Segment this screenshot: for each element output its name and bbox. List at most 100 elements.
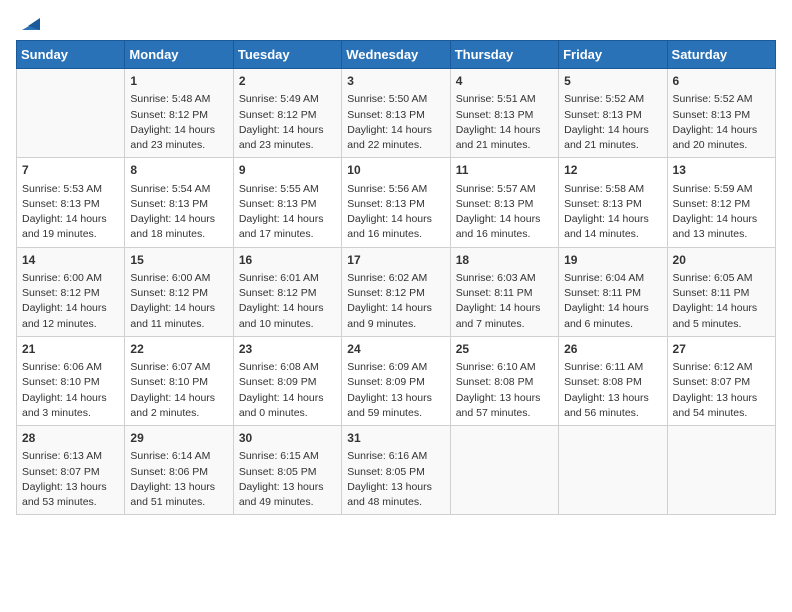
cell-info-line: Sunrise: 6:00 AM	[22, 271, 119, 286]
cell-info-line: Sunrise: 5:48 AM	[130, 92, 227, 107]
cell-info-line: Sunset: 8:07 PM	[22, 465, 119, 480]
cell-info-line: Sunset: 8:13 PM	[22, 197, 119, 212]
header-tuesday: Tuesday	[233, 41, 341, 69]
day-number: 4	[456, 73, 553, 90]
cell-info-line: Sunset: 8:13 PM	[564, 108, 661, 123]
cell-info-line: Sunset: 8:11 PM	[456, 286, 553, 301]
cell-info-line: Daylight: 14 hours	[456, 212, 553, 227]
cell-info-line: Sunset: 8:12 PM	[673, 197, 770, 212]
cell-info-line: Sunset: 8:13 PM	[347, 197, 444, 212]
day-number: 26	[564, 341, 661, 358]
cell-info-line: Sunset: 8:12 PM	[22, 286, 119, 301]
cell-info-line: Daylight: 14 hours	[673, 123, 770, 138]
calendar-week-5: 28Sunrise: 6:13 AMSunset: 8:07 PMDayligh…	[17, 426, 776, 515]
cell-info-line: and 22 minutes.	[347, 138, 444, 153]
cell-info-line: and 19 minutes.	[22, 227, 119, 242]
calendar-table: SundayMondayTuesdayWednesdayThursdayFrid…	[16, 40, 776, 515]
cell-info-line: and 13 minutes.	[673, 227, 770, 242]
cell-info-line: Daylight: 14 hours	[22, 301, 119, 316]
cell-info-line: and 57 minutes.	[456, 406, 553, 421]
day-number: 3	[347, 73, 444, 90]
cell-info-line: and 23 minutes.	[239, 138, 336, 153]
calendar-cell: 12Sunrise: 5:58 AMSunset: 8:13 PMDayligh…	[559, 158, 667, 247]
cell-info-line: and 49 minutes.	[239, 495, 336, 510]
calendar-cell: 18Sunrise: 6:03 AMSunset: 8:11 PMDayligh…	[450, 247, 558, 336]
cell-info-line: Daylight: 13 hours	[564, 391, 661, 406]
header-friday: Friday	[559, 41, 667, 69]
cell-info-line: Daylight: 14 hours	[130, 301, 227, 316]
calendar-cell: 5Sunrise: 5:52 AMSunset: 8:13 PMDaylight…	[559, 69, 667, 158]
calendar-cell: 16Sunrise: 6:01 AMSunset: 8:12 PMDayligh…	[233, 247, 341, 336]
cell-info-line: Daylight: 14 hours	[673, 212, 770, 227]
day-number: 21	[22, 341, 119, 358]
cell-info-line: and 54 minutes.	[673, 406, 770, 421]
cell-info-line: and 2 minutes.	[130, 406, 227, 421]
calendar-cell: 23Sunrise: 6:08 AMSunset: 8:09 PMDayligh…	[233, 336, 341, 425]
calendar-cell: 3Sunrise: 5:50 AMSunset: 8:13 PMDaylight…	[342, 69, 450, 158]
day-number: 16	[239, 252, 336, 269]
cell-info-line: Sunset: 8:06 PM	[130, 465, 227, 480]
cell-info-line: Daylight: 13 hours	[22, 480, 119, 495]
cell-info-line: Daylight: 13 hours	[130, 480, 227, 495]
cell-info-line: Sunrise: 6:00 AM	[130, 271, 227, 286]
calendar-week-3: 14Sunrise: 6:00 AMSunset: 8:12 PMDayligh…	[17, 247, 776, 336]
calendar-week-1: 1 Sunrise: 5:48 AM Sunset: 8:12 PM Daylight…	[17, 69, 776, 158]
day-number: 11	[456, 162, 553, 179]
cell-info-line: and 10 minutes.	[239, 317, 336, 332]
cell-info-line: Sunrise: 5:51 AM	[456, 92, 553, 107]
cell-info-line: Sunset: 8:10 PM	[22, 375, 119, 390]
calendar-cell: 10Sunrise: 5:56 AMSunset: 8:13 PMDayligh…	[342, 158, 450, 247]
cell-info-line: Daylight: 13 hours	[239, 480, 336, 495]
cell-info-line: Sunset: 8:13 PM	[347, 108, 444, 123]
cell-info-line: Daylight: 14 hours	[564, 301, 661, 316]
calendar-cell: 19Sunrise: 6:04 AMSunset: 8:11 PMDayligh…	[559, 247, 667, 336]
day-number: 28	[22, 430, 119, 447]
cell-info-line: Daylight: 14 hours	[673, 301, 770, 316]
cell-info-line: Daylight: 13 hours	[347, 480, 444, 495]
cell-info-line: Sunrise: 6:13 AM	[22, 449, 119, 464]
cell-info-line: and 56 minutes.	[564, 406, 661, 421]
calendar-header-row: SundayMondayTuesdayWednesdayThursdayFrid…	[17, 41, 776, 69]
cell-info-line: Daylight: 14 hours	[347, 301, 444, 316]
cell-info-line: Sunset: 8:05 PM	[239, 465, 336, 480]
day-number: 5	[564, 73, 661, 90]
calendar-week-2: 7Sunrise: 5:53 AMSunset: 8:13 PMDaylight…	[17, 158, 776, 247]
day-number: 24	[347, 341, 444, 358]
day-number: 2	[239, 73, 336, 90]
cell-info-line: Sunrise: 5:50 AM	[347, 92, 444, 107]
cell-info-line: Sunset: 8:13 PM	[673, 108, 770, 123]
cell-info-line: and 17 minutes.	[239, 227, 336, 242]
cell-info-line: Sunrise: 5:53 AM	[22, 182, 119, 197]
day-number: 22	[130, 341, 227, 358]
cell-info-line: Sunset: 8:12 PM	[239, 108, 336, 123]
cell-info-line: and 11 minutes.	[130, 317, 227, 332]
cell-info-line: Sunrise: 6:06 AM	[22, 360, 119, 375]
cell-info-line: Sunrise: 6:12 AM	[673, 360, 770, 375]
cell-info-line: and 20 minutes.	[673, 138, 770, 153]
calendar-cell: 21Sunrise: 6:06 AMSunset: 8:10 PMDayligh…	[17, 336, 125, 425]
cell-info-line: Sunset: 8:10 PM	[130, 375, 227, 390]
day-number: 27	[673, 341, 770, 358]
calendar-cell: 8Sunrise: 5:54 AMSunset: 8:13 PMDaylight…	[125, 158, 233, 247]
day-number: 1	[130, 73, 227, 90]
cell-info-line: Sunrise: 6:08 AM	[239, 360, 336, 375]
cell-info-line: Sunrise: 5:52 AM	[673, 92, 770, 107]
day-number: 25	[456, 341, 553, 358]
header-saturday: Saturday	[667, 41, 775, 69]
cell-info-line: Sunrise: 6:03 AM	[456, 271, 553, 286]
day-number: 18	[456, 252, 553, 269]
cell-info-line: Daylight: 14 hours	[564, 123, 661, 138]
cell-info-line: Sunrise: 6:16 AM	[347, 449, 444, 464]
cell-info-line: Sunrise: 5:49 AM	[239, 92, 336, 107]
calendar-cell: 22Sunrise: 6:07 AMSunset: 8:10 PMDayligh…	[125, 336, 233, 425]
calendar-week-4: 21Sunrise: 6:06 AMSunset: 8:10 PMDayligh…	[17, 336, 776, 425]
cell-info-line: and 16 minutes.	[347, 227, 444, 242]
header-wednesday: Wednesday	[342, 41, 450, 69]
cell-info-line: Daylight: 14 hours	[22, 212, 119, 227]
cell-info-line: and 21 minutes.	[564, 138, 661, 153]
cell-info-line: Daylight: 13 hours	[347, 391, 444, 406]
calendar-cell: 13Sunrise: 5:59 AMSunset: 8:12 PMDayligh…	[667, 158, 775, 247]
cell-info-line: Daylight: 14 hours	[239, 301, 336, 316]
calendar-cell: 2Sunrise: 5:49 AMSunset: 8:12 PMDaylight…	[233, 69, 341, 158]
cell-info-line: Sunrise: 6:02 AM	[347, 271, 444, 286]
